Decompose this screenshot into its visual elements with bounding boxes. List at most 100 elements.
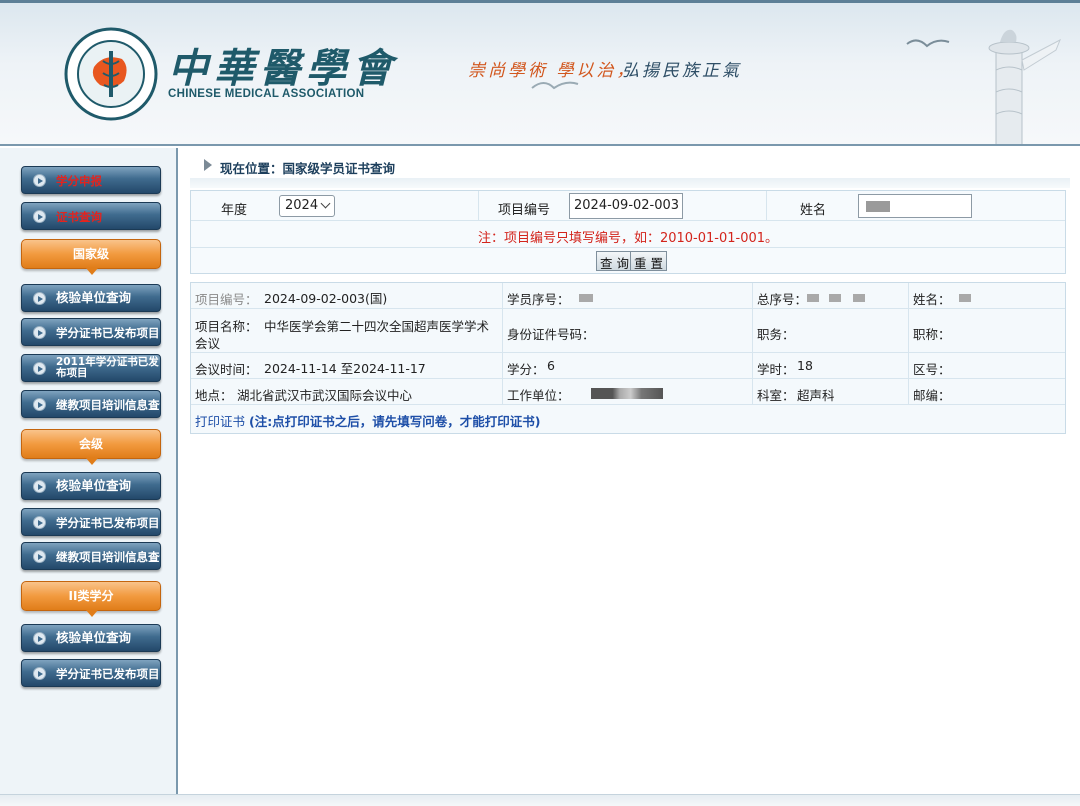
- sidebar-section-association: 会级: [21, 429, 161, 465]
- chevron-down-icon: [320, 198, 331, 209]
- project-code-cell: 项目编号： 2024-09-02-003(国): [191, 283, 503, 308]
- id-number-cell: 身份证件号码：: [503, 309, 753, 352]
- redacted-total-no: [829, 294, 841, 302]
- redacted-total-no: [807, 294, 819, 302]
- sidebar-item-national-2011-projects[interactable]: 2011年学分证书已发布项目: [21, 354, 161, 382]
- sidebar-item-credit-declaration[interactable]: 学分申报: [21, 166, 161, 194]
- redacted-student-no: [579, 294, 593, 302]
- project-code-value: 2024-09-02-003(国): [264, 291, 388, 306]
- hours-cell: 学时： 18: [753, 353, 909, 378]
- arrow-circle-icon: [33, 550, 46, 563]
- breadcrumb: 现在位置：国家级学员证书查询: [190, 156, 1070, 188]
- meeting-time-label: 会议时间：: [195, 362, 258, 377]
- search-fields-row: 年度 2024 项目编号 2024-09-02-003 姓名: [191, 191, 1065, 221]
- sidebar-item-label: 2011年学分证书已发布项目: [56, 356, 159, 379]
- area-code-cell: 区号：: [909, 353, 1065, 378]
- certificate-result-table: 项目编号： 2024-09-02-003(国) 学员序号： 总序号： 姓名： 项…: [190, 282, 1066, 434]
- sidebar-section-class-ii: II类学分: [21, 581, 161, 617]
- credit-label: 学分：: [507, 362, 545, 377]
- sidebar-item-label: 核验单位查询: [56, 290, 132, 305]
- sidebar-item-association-verify-unit[interactable]: 核验单位查询: [21, 472, 161, 500]
- hours-label: 学时：: [757, 362, 795, 377]
- department-value: 超声科: [797, 388, 835, 403]
- header-top-line: [0, 0, 1080, 3]
- sidebar-item-class-ii-published-projects[interactable]: 学分证书已发布项目: [21, 659, 161, 687]
- table-row: 项目编号： 2024-09-02-003(国) 学员序号： 总序号： 姓名：: [191, 283, 1065, 309]
- table-row: 地点： 湖北省武汉市武汉国际会议中心 工作单位： 科室： 超声科 邮编：: [191, 379, 1065, 405]
- sidebar-item-label: 核验单位查询: [56, 630, 132, 645]
- arrow-circle-icon: [33, 516, 46, 529]
- sidebar-item-label: 学分证书已发布项目: [56, 326, 160, 340]
- name-input[interactable]: [858, 194, 972, 218]
- header-slogan-part-2: 弘揚民族正氣: [622, 61, 742, 81]
- seagull-icon: [906, 39, 950, 48]
- table-row: 会议时间： 2024-11-14 至2024-11-17 学分： 6 学时： 1…: [191, 353, 1065, 379]
- department-cell: 科室： 超声科: [753, 379, 909, 404]
- cma-seal-logo: [64, 27, 158, 121]
- redacted-total-no: [853, 294, 865, 302]
- search-note-row: 注：项目编号只填写编号，如：2010-01-01-001。: [191, 221, 1065, 248]
- title-cell: 职称：: [909, 309, 1065, 352]
- cma-chinese-logotype: 中華醫學會: [168, 45, 398, 92]
- sidebar-item-label: 学分证书已发布项目: [56, 667, 160, 681]
- student-no-label: 学员序号：: [507, 292, 570, 307]
- arrow-circle-icon: [33, 398, 46, 411]
- sidebar-item-label: 核验单位查询: [56, 478, 132, 493]
- arrow-circle-icon: [33, 292, 46, 305]
- sidebar-item-class-ii-verify-unit[interactable]: 核验单位查询: [21, 624, 161, 652]
- sidebar-item-national-training-info[interactable]: 继教项目培训信息查询: [21, 390, 161, 418]
- year-select[interactable]: 2024: [279, 195, 335, 217]
- location-cell: 地点： 湖北省武汉市武汉国际会议中心: [191, 379, 503, 404]
- arrow-circle-icon: [33, 362, 46, 375]
- triangle-right-icon: [204, 159, 212, 171]
- sidebar-item-national-published-projects[interactable]: 学分证书已发布项目: [21, 318, 161, 346]
- huabiao-pillar-graphic: [988, 29, 1061, 144]
- work-unit-label: 工作单位：: [507, 388, 570, 403]
- redacted-name: [959, 294, 971, 302]
- duty-label: 职务：: [757, 327, 795, 342]
- area-code-label: 区号：: [913, 362, 951, 377]
- work-unit-cell: 工作单位：: [503, 379, 753, 404]
- main-content: 现在位置：国家级学员证书查询 年度 2024 项目编号 2024-09-02-0…: [180, 148, 1080, 794]
- breadcrumb-underbar: [190, 178, 1070, 188]
- arrow-circle-icon: [33, 174, 46, 187]
- project-code-label: 项目编号：: [195, 292, 258, 307]
- sidebar-item-national-verify-unit[interactable]: 核验单位查询: [21, 284, 161, 312]
- project-code-input[interactable]: 2024-09-02-003: [569, 193, 683, 219]
- sidebar-item-association-published-projects[interactable]: 学分证书已发布项目: [21, 508, 161, 536]
- redacted-name: [866, 201, 890, 212]
- sidebar-item-association-training-info[interactable]: 继教项目培训信息查询: [21, 542, 161, 570]
- seagull-icon: [531, 81, 579, 90]
- print-certificate-note: (注:点打印证书之后，请先填写问卷，才能打印证书): [249, 414, 541, 429]
- postcode-label: 邮编：: [913, 388, 951, 403]
- redacted-work-unit: [591, 388, 663, 399]
- arrow-circle-icon: [33, 326, 46, 339]
- print-certificate-row: 打印证书 (注:点打印证书之后，请先填写问卷，才能打印证书): [195, 411, 540, 430]
- reset-button[interactable]: 重 置: [630, 251, 667, 271]
- sidebar-item-certificate-query[interactable]: 证书查询: [21, 202, 161, 230]
- name-cell: 姓名：: [909, 283, 1065, 308]
- project-name-value-line-1: 中华医学会第二十四次全国超声医学学术: [264, 319, 490, 334]
- id-number-label: 身份证件号码：: [507, 327, 595, 342]
- project-code-note: 注：项目编号只填写编号，如：2010-01-01-001。: [477, 231, 779, 246]
- postcode-cell: 邮编：: [909, 379, 1065, 404]
- student-no-cell: 学员序号：: [503, 283, 753, 308]
- arrow-circle-icon: [33, 210, 46, 223]
- sidebar-item-label: 继教项目培训信息查询: [56, 398, 161, 412]
- query-button[interactable]: 查 询: [596, 251, 633, 271]
- table-row: 项目名称： 中华医学会第二十四次全国超声医学学术 会议 身份证件号码： 职务： …: [191, 309, 1065, 353]
- sidebar-item-label: 证书查询: [56, 210, 102, 224]
- breadcrumb-text: 现在位置：国家级学员证书查询: [220, 161, 396, 176]
- project-name-value-line-2: 会议: [195, 336, 221, 351]
- total-no-cell: 总序号：: [753, 283, 909, 308]
- print-certificate-link[interactable]: 打印证书: [195, 414, 245, 429]
- duty-cell: 职务：: [753, 309, 909, 352]
- arrow-circle-icon: [33, 632, 46, 645]
- year-label: 年度: [221, 203, 248, 218]
- department-label: 科室：: [757, 388, 795, 403]
- name-label: 姓名：: [913, 292, 951, 307]
- project-code-label: 项目编号: [498, 203, 551, 218]
- total-no-label: 总序号：: [757, 292, 808, 307]
- sidebar-section-national: 国家级: [21, 239, 161, 275]
- year-select-value: 2024: [285, 198, 319, 213]
